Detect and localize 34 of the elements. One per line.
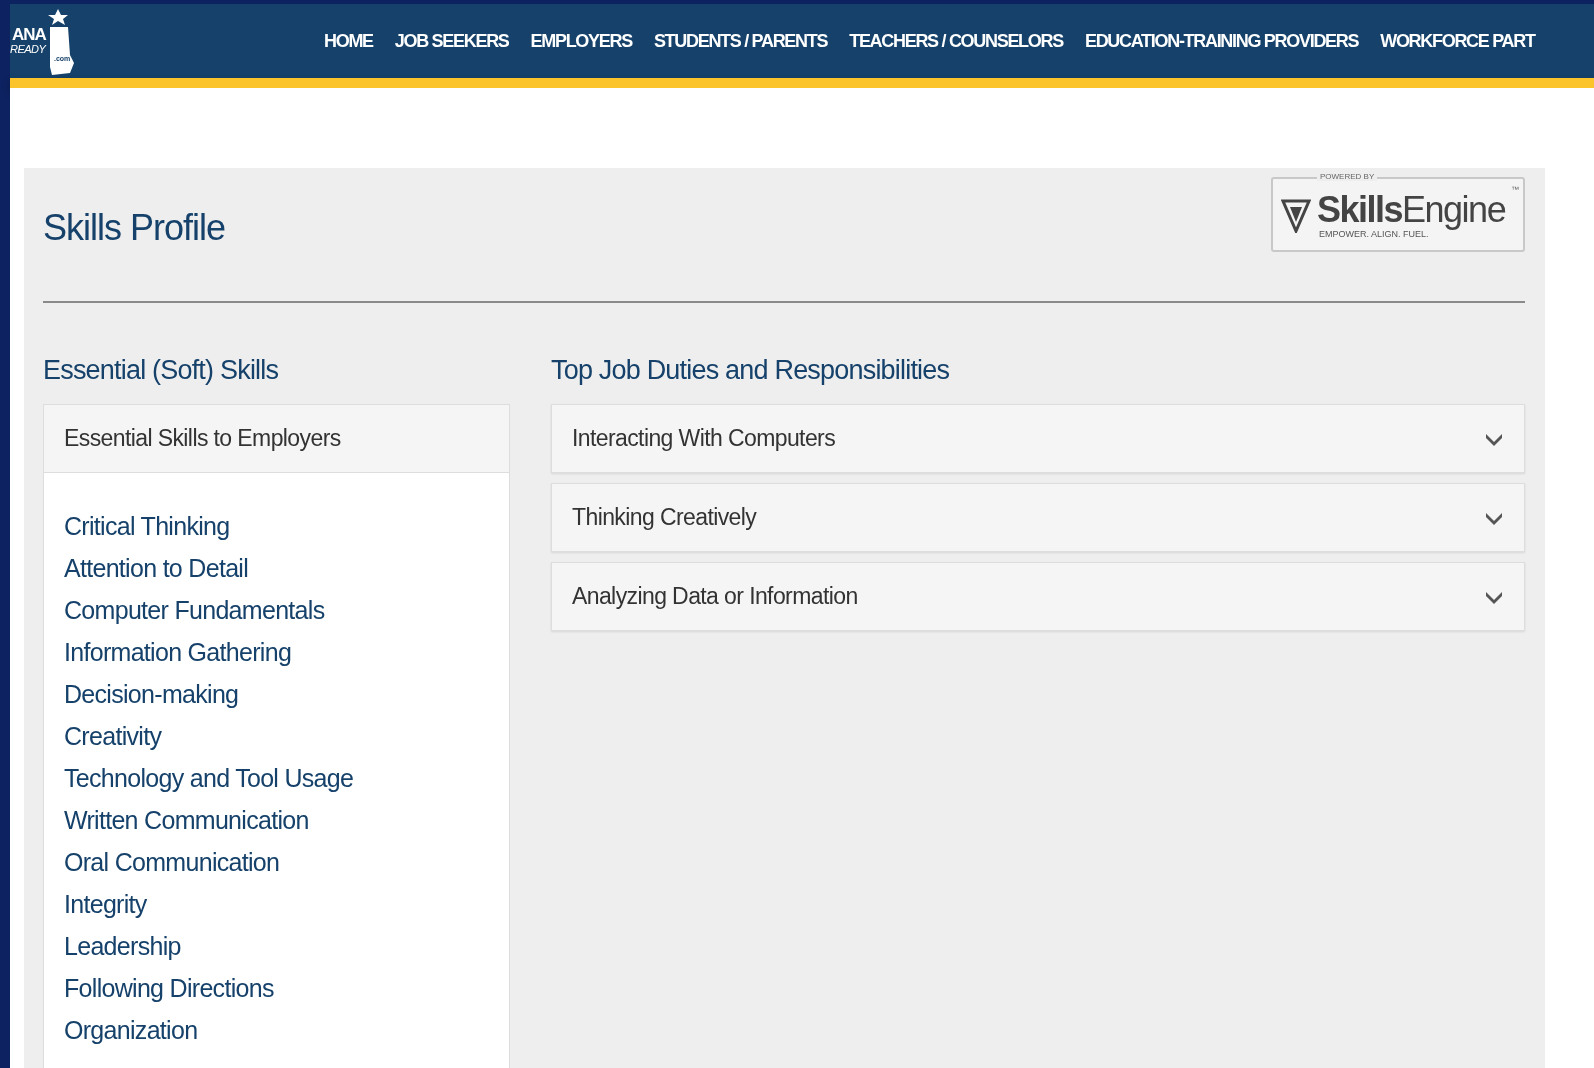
skill-item: Following Directions	[64, 973, 275, 1004]
nav-link[interactable]: HOME	[324, 30, 373, 52]
duty-accordion[interactable]: Analyzing Data or Information	[551, 562, 1525, 631]
badge-name: SkillsEngine	[1317, 190, 1506, 229]
skill-item: Decision-making	[64, 679, 240, 710]
trademark: ™	[1511, 185, 1519, 194]
skill-item: Information Gathering	[64, 637, 293, 668]
badge-caption: POWERED BY	[1317, 172, 1378, 181]
nav-link[interactable]: TEACHERS / COUNSELORS	[849, 30, 1063, 52]
section-heading: Essential (Soft) Skills	[43, 355, 280, 386]
nav-link[interactable]: EMPLOYERS	[530, 30, 632, 52]
section-heading: Top Job Duties and Responsibilities	[551, 355, 951, 386]
skill-item: Oral Communication	[64, 847, 281, 878]
nav-link[interactable]: WORKFORCE PART	[1380, 30, 1535, 52]
card-title: Essential Skills to Employers	[64, 425, 341, 452]
duty-accordion[interactable]: Thinking Creatively	[551, 483, 1525, 552]
skill-item: Leadership	[64, 931, 182, 962]
skill-item: Written Communication	[64, 805, 310, 836]
logo-text: READY	[10, 43, 48, 55]
nav-link[interactable]: EDUCATION-TRAINING PROVIDERS	[1084, 30, 1359, 52]
nav-link[interactable]: JOB SEEKERS	[394, 30, 509, 52]
skill-item: Technology and Tool Usage	[64, 763, 355, 794]
skill-item: Computer Fundamentals	[64, 595, 326, 626]
skill-item: Critical Thinking	[64, 511, 231, 542]
skill-item: Creativity	[64, 721, 163, 752]
nav-link[interactable]: STUDENTS / PARENTS	[653, 30, 828, 52]
badge-tagline: EMPOWER. ALIGN. FUEL.	[1319, 228, 1429, 239]
logo-text: ANA	[12, 27, 47, 43]
skill-item: Organization	[64, 1015, 199, 1046]
skill-item: Integrity	[64, 889, 148, 920]
state-outline-icon	[46, 7, 76, 75]
skill-item: Attention to Detail	[64, 553, 250, 584]
page-title: Skills Profile	[43, 207, 226, 249]
duty-accordion[interactable]: Interacting With Computers	[551, 404, 1525, 473]
